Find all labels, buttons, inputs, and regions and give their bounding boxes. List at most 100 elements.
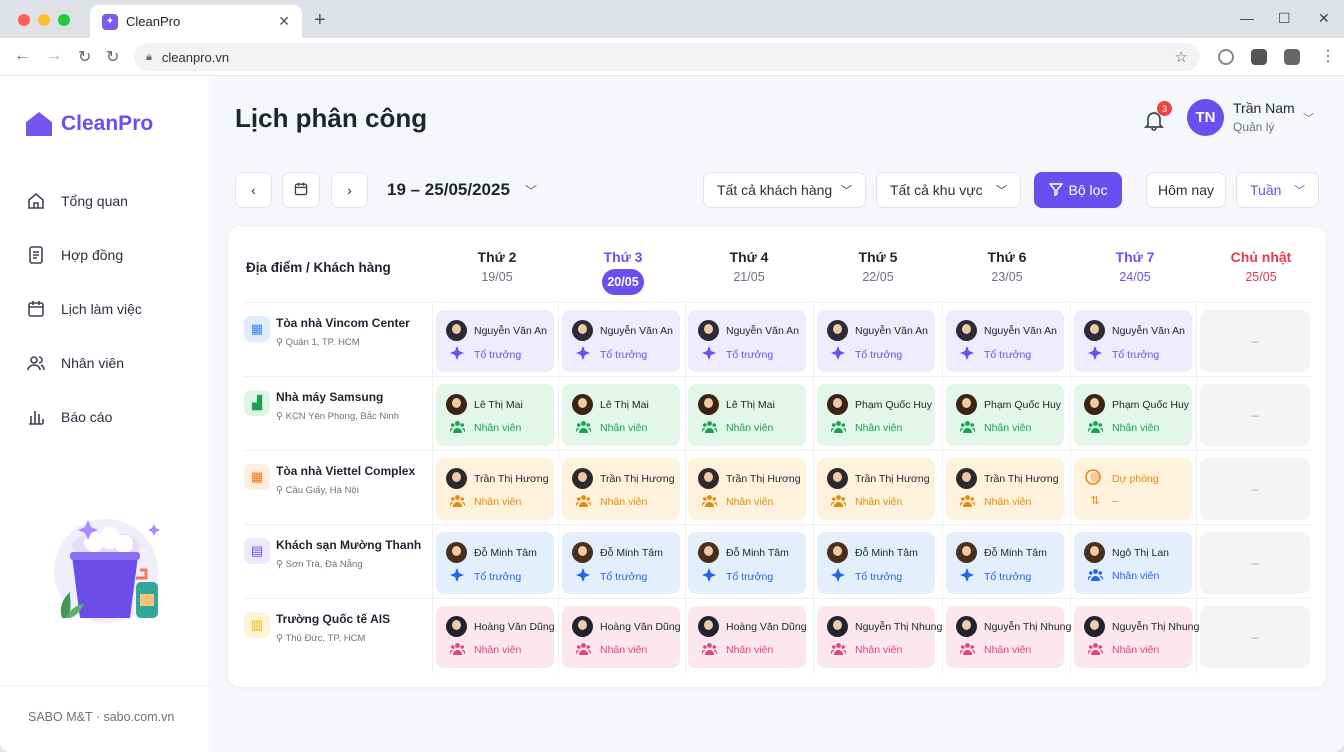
area-filter-select[interactable]: Tất cả khu vực ﹀ — [876, 172, 1021, 208]
shift-cell[interactable]: Trần Thị Hương Nhân viên — [688, 458, 806, 520]
forward-icon[interactable]: → — [46, 47, 62, 65]
shift-cell[interactable]: Trần Thị Hương Nhân viên — [562, 458, 680, 520]
role-label: Tổ trưởng — [984, 348, 1032, 361]
location-row-header[interactable]: ▥ Trường Quốc tế AIS ⚲ Thủ Đức, TP. HCM — [244, 600, 424, 674]
minimize-window-button[interactable] — [38, 14, 50, 26]
sparkle-icon — [702, 346, 716, 363]
shift-cell[interactable]: Nguyễn Văn An Tổ trưởng — [688, 310, 806, 372]
sidebar-item-schedule[interactable]: Lịch làm việc — [26, 282, 142, 336]
bar-chart-icon — [26, 407, 46, 427]
empty-shift-cell[interactable]: – — [1200, 310, 1310, 372]
shift-cell[interactable]: Nguyễn Thị Nhung Nhân viên — [1074, 606, 1199, 668]
reload-icon[interactable]: ↻ — [78, 47, 91, 67]
location-row-header[interactable]: ▤ Khách sạn Mường Thanh ⚲ Sơn Trà, Đà Nẵng — [244, 526, 424, 600]
restore-icon[interactable]: ☐ — [1278, 10, 1291, 27]
location-row-header[interactable]: ▦ Tòa nhà Viettel Complex ⚲ Cầu Giấy, Hà N… — [244, 452, 424, 526]
assignee-name: Đỗ Minh Tâm — [855, 546, 918, 559]
shift-cell[interactable]: Đỗ Minh Tâm Tổ trưởng — [946, 532, 1064, 594]
shift-cell[interactable]: Hoàng Văn Dũng Nhân viên — [562, 606, 681, 668]
shift-cell[interactable]: Đỗ Minh Tâm Tổ trưởng — [436, 532, 554, 594]
chevron-down-icon[interactable]: ﹀ — [1303, 110, 1314, 126]
close-window-button[interactable] — [18, 14, 30, 26]
day-header-tuesday[interactable]: Thứ 3 20/05 — [560, 249, 686, 295]
shift-cell[interactable]: Đỗ Minh Tâm Tổ trưởng — [562, 532, 680, 594]
shift-cell[interactable]: Phạm Quốc Huy Nhân viên — [817, 384, 935, 446]
empty-shift-cell[interactable]: – — [1200, 384, 1310, 446]
shift-cell[interactable]: Đỗ Minh Tâm Tổ trưởng — [817, 532, 935, 594]
close-tab-icon[interactable]: ✕ — [278, 13, 290, 30]
shift-cell[interactable]: Lê Thị Mai Nhân viên — [688, 384, 806, 446]
calendar-picker-button[interactable] — [282, 172, 320, 208]
browser-tab[interactable]: ✦ CleanPro ✕ — [90, 5, 302, 38]
shift-cell[interactable]: Ngô Thị Lan Nhân viên — [1074, 532, 1192, 594]
extension-sync-icon[interactable] — [1218, 49, 1234, 65]
date-range-label[interactable]: 19 – 25/05/2025 — [387, 180, 510, 200]
empty-shift-cell[interactable]: – — [1200, 606, 1310, 668]
url-field[interactable]: 🔒︎ cleanpro.vn ☆ — [134, 43, 1200, 71]
sidebar-item-reports[interactable]: Báo cáo — [26, 390, 142, 444]
today-button[interactable]: Hôm nay — [1146, 172, 1226, 208]
logo[interactable]: CleanPro — [26, 112, 153, 136]
sidebar-item-contracts[interactable]: Hợp đồng — [26, 228, 142, 282]
prev-week-button[interactable]: ‹ — [235, 172, 272, 208]
shift-cell[interactable]: Dự phòng ⇅ – — [1074, 458, 1192, 520]
assignee-role: Tổ trưởng — [698, 346, 806, 363]
shift-cell[interactable]: Nguyễn Văn An Tổ trưởng — [1074, 310, 1192, 372]
shift-cell[interactable]: Nguyễn Văn An Tổ trưởng — [946, 310, 1064, 372]
empty-shift-cell[interactable]: – — [1200, 532, 1310, 594]
avatar — [698, 320, 719, 341]
day-header-friday[interactable]: Thứ 6 23/05 — [944, 249, 1070, 284]
extension-icon[interactable] — [1251, 49, 1267, 65]
assignee-name: Nguyễn Văn An — [600, 324, 673, 337]
day-header-thursday[interactable]: Thứ 5 22/05 — [815, 249, 941, 284]
day-header-monday[interactable]: Thứ 2 19/05 — [434, 249, 560, 284]
sidepanel-icon[interactable] — [1284, 49, 1300, 65]
minimize-icon[interactable]: — — [1240, 10, 1254, 26]
day-header-saturday[interactable]: Thứ 7 24/05 — [1072, 249, 1198, 284]
customer-filter-select[interactable]: Tất cả khách hàng ﹀ — [703, 172, 866, 208]
shift-cell[interactable]: Lê Thị Mai Nhân viên — [436, 384, 554, 446]
maximize-window-button[interactable] — [58, 14, 70, 26]
refresh-icon[interactable]: ↻ — [106, 47, 119, 67]
team-icon — [449, 494, 466, 510]
shift-cell[interactable]: Phạm Quốc Huy Nhân viên — [1074, 384, 1192, 446]
back-icon[interactable]: ← — [14, 47, 30, 65]
shift-cell[interactable]: Nguyễn Văn An Tổ trưởng — [817, 310, 935, 372]
shift-cell[interactable]: Phạm Quốc Huy Nhân viên — [946, 384, 1064, 446]
role-label: Nhân viên — [855, 422, 903, 434]
shift-cell[interactable]: Hoàng Văn Dũng Nhân viên — [688, 606, 807, 668]
assignee-role: Tổ trưởng — [1084, 346, 1192, 363]
shift-cell[interactable]: Nguyễn Thị Nhung Nhân viên — [817, 606, 942, 668]
shift-cell[interactable]: Nguyễn Văn An Tổ trưởng — [562, 310, 680, 372]
day-header-sunday[interactable]: Chủ nhật 25/05 — [1198, 249, 1324, 284]
sidebar-item-staff[interactable]: Nhân viên — [26, 336, 142, 390]
shift-cell[interactable]: Nguyễn Văn An Tổ trưởng — [436, 310, 554, 372]
chevron-down-icon[interactable]: ﹀ — [525, 182, 537, 199]
calendar-icon — [293, 181, 309, 200]
address-bar: ← → ↻ ↻ 🔒︎ cleanpro.vn ☆ ⋮ — [0, 38, 1344, 76]
shift-cell[interactable]: Hoàng Văn Dũng Nhân viên — [436, 606, 555, 668]
sidebar-item-overview[interactable]: Tổng quan — [26, 174, 142, 228]
filter-button[interactable]: Bộ lọc — [1034, 172, 1122, 208]
avatar[interactable]: TN — [1187, 99, 1224, 136]
shift-cell[interactable]: Trần Thị Hương Nhân viên — [436, 458, 554, 520]
bookmark-star-icon[interactable]: ☆ — [1175, 48, 1188, 66]
assignee-role: Nhân viên — [446, 642, 554, 658]
avatar — [446, 616, 467, 637]
assignee: Đỗ Minh Tâm — [827, 542, 935, 563]
location-row-header[interactable]: ▟ Nhà máy Samsung ⚲ KCN Yên Phong, Bắc Nin… — [244, 378, 424, 452]
user-name[interactable]: Trần Nam — [1233, 100, 1295, 116]
shift-cell[interactable]: Đỗ Minh Tâm Tổ trưởng — [688, 532, 806, 594]
empty-shift-cell[interactable]: – — [1200, 458, 1310, 520]
shift-cell[interactable]: Trần Thị Hương Nhân viên — [817, 458, 935, 520]
close-icon[interactable]: ✕ — [1318, 10, 1330, 27]
shift-cell[interactable]: Lê Thị Mai Nhân viên — [562, 384, 680, 446]
new-tab-button[interactable]: + — [314, 9, 326, 32]
location-row-header[interactable]: ▦ Tòa nhà Vincom Center ⚲ Quận 1, TP. HCM — [244, 304, 424, 378]
next-week-button[interactable]: › — [331, 172, 368, 208]
day-header-wednesday[interactable]: Thứ 4 21/05 — [686, 249, 812, 284]
view-select[interactable]: Tuần ﹀ — [1236, 172, 1319, 208]
shift-cell[interactable]: Trần Thị Hương Nhân viên — [946, 458, 1064, 520]
shift-cell[interactable]: Nguyễn Thị Nhung Nhân viên — [946, 606, 1071, 668]
more-menu-icon[interactable]: ⋮ — [1320, 46, 1336, 66]
